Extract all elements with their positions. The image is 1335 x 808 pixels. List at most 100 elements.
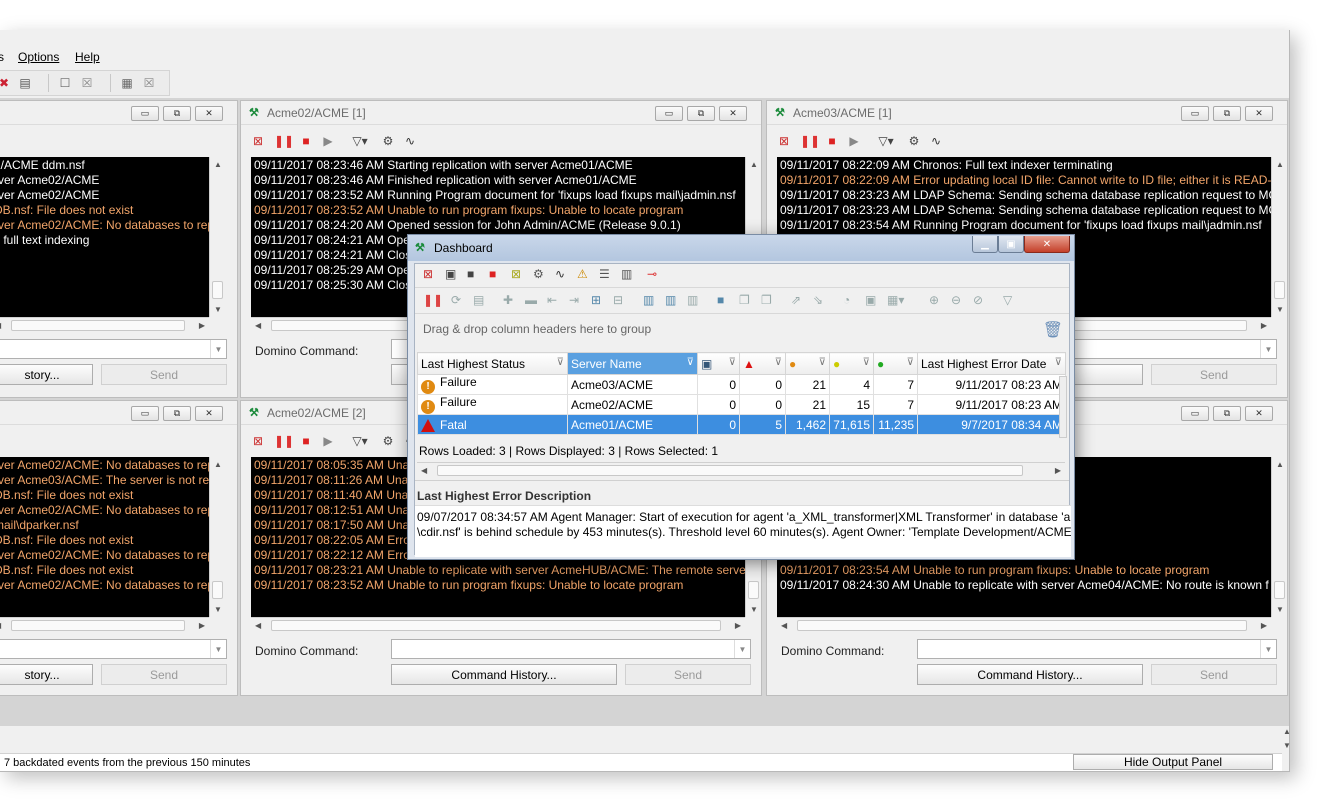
clear-icon[interactable]: ⊠ <box>249 432 267 450</box>
maximize-button[interactable]: ▣ <box>998 236 1024 253</box>
expand-icon[interactable]: ⇤ <box>547 293 557 307</box>
pane-minimize-button[interactable]: ▭ <box>131 406 159 421</box>
zoom-in-icon[interactable]: ⊕ <box>929 293 939 307</box>
save-icon[interactable]: ▣ <box>445 267 456 281</box>
command-history-button[interactable]: Command History... <box>917 664 1143 685</box>
menu-item-partial[interactable]: s <box>0 50 4 64</box>
close-all-icon[interactable]: ☒ <box>141 75 157 91</box>
col-server-name[interactable]: Server Name ⊽ <box>567 352 698 375</box>
col-count-fatal[interactable]: ▲ ⊽ <box>739 352 786 375</box>
pulse-icon[interactable]: ∿ <box>927 132 945 150</box>
remove-icon[interactable]: ▬ <box>525 293 537 307</box>
server-icon[interactable]: ⚙ <box>379 132 397 150</box>
clear-icon[interactable]: ⊠ <box>249 132 267 150</box>
play-icon[interactable]: ▶ <box>319 132 337 150</box>
close-window-icon[interactable]: ☒ <box>79 75 95 91</box>
export-icon[interactable]: ⇗ <box>791 293 801 307</box>
dashboard-window[interactable]: ⚒ Dashboard ▁ ▣ ✕ ⊠ ▣ ■ ■ ⊠ ⚙ ∿ ⚠ ☰ ▥ ⊸ … <box>407 234 1075 560</box>
col-count-warning[interactable]: ● ⊽ <box>829 352 874 375</box>
play-icon[interactable]: ▶ <box>845 132 863 150</box>
collapse-icon[interactable]: ⇥ <box>569 293 579 307</box>
table-row[interactable]: ! Failure Acme03/ACME 0 0 21 4 7 9/11/201… <box>417 374 1066 395</box>
output-scroll-up-icon[interactable]: ▲ <box>1283 727 1291 736</box>
send-button[interactable]: Send <box>101 664 227 685</box>
pause-icon[interactable]: ❚❚ <box>423 293 443 307</box>
hide-output-panel-button[interactable]: Hide Output Panel <box>1073 754 1273 770</box>
column-icon[interactable]: ▥ <box>643 293 654 307</box>
send-button[interactable]: Send <box>1151 664 1277 685</box>
command-history-button[interactable]: story... <box>0 364 93 385</box>
console-vscroll[interactable]: ▲▼ <box>209 157 225 317</box>
pane-restore-button[interactable]: ⧉ <box>163 406 191 421</box>
menu-help[interactable]: Help <box>75 50 100 64</box>
pane-titlebar[interactable]: ⚒ Acme03/ACME [1] ▭ ⧉ ✕ <box>767 101 1287 125</box>
col-last-highest-status[interactable]: Last Highest Status ⊽ <box>417 352 568 375</box>
pane-titlebar[interactable]: ▭ ⧉ ✕ <box>0 101 237 125</box>
columns-icon[interactable]: ▥ <box>621 267 632 281</box>
col-count-failure[interactable]: ● ⊽ <box>785 352 830 375</box>
console-vscroll[interactable]: ▲▼ <box>209 457 225 617</box>
pane-close-button[interactable]: ✕ <box>195 406 223 421</box>
pause-icon[interactable]: ❚❚ <box>274 432 294 450</box>
console-vscroll[interactable]: ▲▼ <box>1271 457 1287 617</box>
close-button[interactable]: ✕ <box>1024 236 1070 253</box>
print-icon[interactable]: ▤ <box>473 293 484 307</box>
col-count-1[interactable]: ▣ ⊽ <box>697 352 740 375</box>
stop-icon[interactable]: ■ <box>297 432 315 450</box>
filter-icon[interactable]: ▽▾ <box>347 132 373 150</box>
column-icon[interactable]: ▥ <box>687 293 698 307</box>
new-window-icon[interactable]: ☐ <box>57 75 73 91</box>
clear-icon[interactable]: ⊠ <box>423 267 433 281</box>
pane-minimize-button[interactable]: ▭ <box>1181 406 1209 421</box>
stop-icon[interactable]: ■ <box>489 267 496 281</box>
import-icon[interactable]: ⇘ <box>813 293 823 307</box>
pulse-icon[interactable]: ∿ <box>401 132 419 150</box>
server-icon[interactable]: ⚙ <box>905 132 923 150</box>
pane-close-button[interactable]: ✕ <box>719 106 747 121</box>
table-row[interactable]: ! Failure Acme02/ACME 0 0 21 15 7 9/11/20… <box>417 394 1066 415</box>
pane-titlebar[interactable]: ⚒ Acme02/ACME [1] ▭ ⧉ ✕ <box>241 101 761 125</box>
tool-icon[interactable]: ✖ <box>0 75 12 91</box>
options-icon[interactable]: ▦▾ <box>887 293 904 307</box>
tool-icon[interactable]: ▤ <box>17 75 33 91</box>
output-scroll-down-icon[interactable]: ▼ <box>1283 741 1291 750</box>
col-count-normal[interactable]: ● ⊽ <box>873 352 918 375</box>
col-last-highest-error-date[interactable]: Last Highest Error Date ⊽ <box>917 352 1066 375</box>
pane-minimize-button[interactable]: ▭ <box>131 106 159 121</box>
console-hscroll[interactable]: ◀▶ <box>0 617 209 633</box>
server-icon[interactable]: ⚙ <box>379 432 397 450</box>
menu-options[interactable]: Options <box>18 50 59 64</box>
trash-icon[interactable]: 🗑 <box>1043 320 1063 340</box>
add-icon[interactable]: ✚ <box>503 293 513 307</box>
filter-icon[interactable]: ▽▾ <box>873 132 899 150</box>
table-row-selected[interactable]: Fatal Acme01/ACME 0 5 1,462 71,615 11,23… <box>417 414 1066 435</box>
list-icon[interactable]: ☰ <box>599 267 610 281</box>
grid-vscroll[interactable] <box>1059 376 1067 438</box>
filter-icon[interactable]: ▽ <box>1003 293 1012 307</box>
pane-restore-button[interactable]: ⧉ <box>1213 406 1241 421</box>
select-icon[interactable]: ■ <box>717 293 724 307</box>
window-icon[interactable]: ■ <box>467 267 474 281</box>
ungroup-icon[interactable]: ⊟ <box>613 293 623 307</box>
domino-command-input[interactable]: ▼ <box>391 639 751 659</box>
pin-icon[interactable]: ⊸ <box>647 267 657 281</box>
console-hscroll[interactable]: ◀▶ <box>0 317 209 333</box>
copy-icon[interactable]: ❐ <box>739 293 750 307</box>
pane-minimize-button[interactable]: ▭ <box>1181 106 1209 121</box>
send-button[interactable]: Send <box>101 364 227 385</box>
console-hscroll[interactable]: ◀▶ <box>777 617 1271 633</box>
domino-command-input[interactable]: ▼ <box>917 639 1277 659</box>
command-history-button[interactable]: story... <box>0 664 93 685</box>
server-icon[interactable]: ⚙ <box>533 267 544 281</box>
pane-restore-button[interactable]: ⧉ <box>1213 106 1241 121</box>
pane-close-button[interactable]: ✕ <box>195 106 223 121</box>
pulse-icon[interactable]: ∿ <box>555 267 565 281</box>
tile-icon[interactable]: ▦ <box>119 75 135 91</box>
minimize-button[interactable]: ▁ <box>972 236 998 253</box>
pause-icon[interactable]: ❚❚ <box>274 132 294 150</box>
console-hscroll[interactable]: ◀▶ <box>251 617 745 633</box>
column-icon[interactable]: ▥ <box>665 293 676 307</box>
pane-close-button[interactable]: ✕ <box>1245 106 1273 121</box>
send-button[interactable]: Send <box>625 664 751 685</box>
pane-restore-button[interactable]: ⧉ <box>163 106 191 121</box>
